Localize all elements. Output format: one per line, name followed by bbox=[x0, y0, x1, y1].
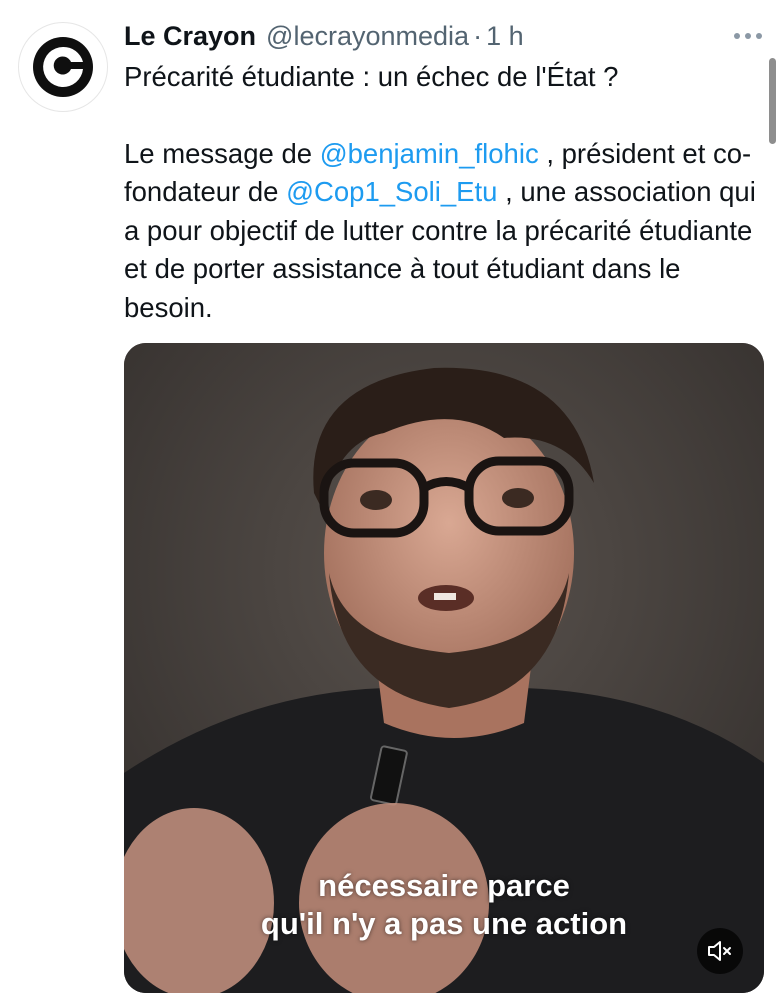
header-separator: · bbox=[473, 20, 483, 51]
tweet-header: Le Crayon @lecrayonmedia · 1 h bbox=[124, 16, 524, 56]
tweet-title: Précarité étudiante : un échec de l'État… bbox=[124, 61, 619, 92]
author-handle[interactable]: @lecrayonmedia bbox=[266, 21, 469, 52]
more-options-button[interactable] bbox=[728, 24, 768, 48]
tweet: Le Crayon @lecrayonmedia · 1 h Précarité… bbox=[0, 0, 783, 1000]
scrollbar[interactable] bbox=[769, 58, 776, 144]
more-dots-icon bbox=[734, 33, 762, 39]
avatar[interactable] bbox=[18, 22, 108, 112]
author-display-name[interactable]: Le Crayon bbox=[124, 21, 256, 52]
speaker-muted-icon bbox=[708, 941, 731, 961]
video-player[interactable]: nécessaire parce qu'il n'y a pas une act… bbox=[124, 343, 764, 993]
le-crayon-logo-icon bbox=[33, 37, 93, 97]
body-text-1: Le message de bbox=[124, 137, 320, 169]
video-caption-line-2: qu'il n'y a pas une action bbox=[260, 906, 628, 941]
tweet-body: Le message de @benjamin_flohic , préside… bbox=[124, 135, 764, 328]
mention-cop1-soli-etu[interactable]: @Cop1_Soli_Etu bbox=[286, 176, 497, 207]
video-caption-line-1: nécessaire parce bbox=[318, 868, 570, 903]
mention-benjamin-flohic[interactable]: @benjamin_flohic bbox=[320, 138, 539, 169]
unmute-button[interactable] bbox=[697, 928, 743, 974]
tweet-text: Précarité étudiante : un échec de l'État… bbox=[124, 58, 764, 327]
tweet-timestamp[interactable]: 1 h bbox=[486, 21, 524, 52]
